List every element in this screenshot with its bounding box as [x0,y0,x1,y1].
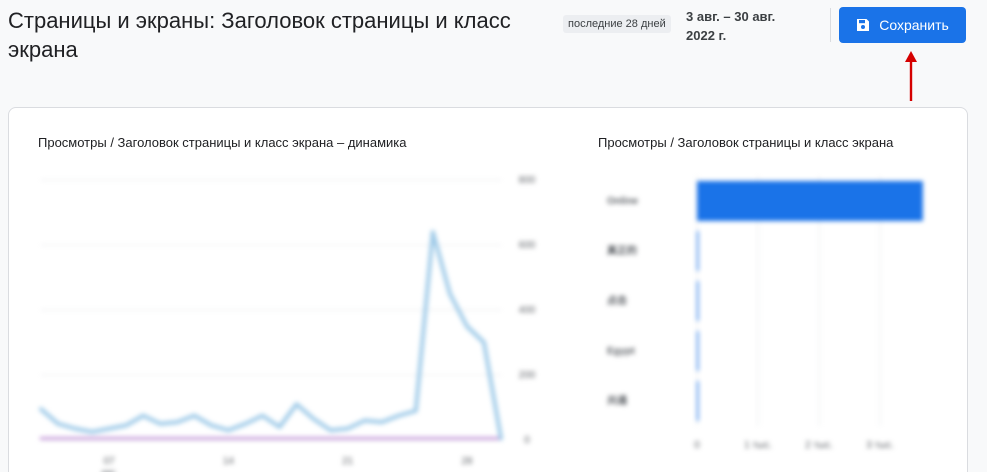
bar-category-label: 点击 [607,294,627,307]
x-tick-label: 28 [461,456,473,467]
x-sub-label: авг. [101,468,117,472]
date-range-chip[interactable]: последние 28 дней [563,15,671,33]
header-divider [830,8,831,42]
bar-category-label: Online [607,196,639,207]
save-button[interactable]: Сохранить [839,7,966,43]
x-tick-label: 14 [223,456,235,467]
bar-category-label: 共通 [607,394,627,407]
bar-chart[interactable]: 0 1 тыс. 2 тыс. 3 тыс. Online 真正的点击 Egypt 共通 [579,108,959,472]
bar-2 [697,281,699,321]
x-tick-label: 21 [342,456,354,467]
save-button-label: Сохранить [879,17,949,33]
x-tick-label: 07 [104,456,116,467]
bar-category-label: Egypt [607,346,635,357]
line-chart[interactable]: 0 200 400 600 800 07 14 21 28 авг. [9,108,569,472]
y-tick-label: 600 [519,240,536,251]
y-tick-label: 400 [519,305,536,316]
x-tick-label: 1 тыс. [744,440,772,451]
x-tick-label: 2 тыс. [805,440,833,451]
y-tick-label: 0 [524,435,530,446]
y-tick-label: 200 [519,370,536,381]
line-series-0 [39,230,503,441]
bar-category-label: 真正的 [607,244,637,257]
y-tick-label: 800 [519,175,536,186]
report-card: Просмотры / Заголовок страницы и класс э… [8,107,968,472]
bar-1 [697,231,699,271]
x-tick-label: 3 тыс. [866,440,894,451]
bar-3 [697,331,699,371]
bar-0 [697,181,923,221]
bar-4 [697,381,699,421]
floppy-disk-icon [856,18,870,32]
x-tick-label: 0 [694,440,700,451]
red-arrow-up-icon [905,51,917,101]
date-range-picker[interactable]: 3 авг. – 30 авг. 2022 г. [686,7,806,45]
page-title: Страницы и экраны: Заголовок страницы и … [8,8,511,62]
